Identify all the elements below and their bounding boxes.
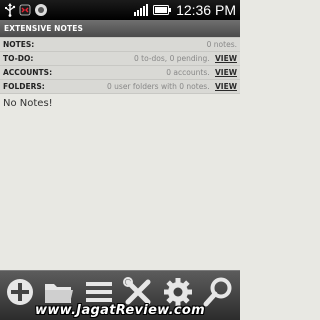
summary-panel: NOTES: 0 notes. TO-DO: 0 to-dos, 0 pendi…: [0, 37, 240, 94]
phone-call-icon: [19, 2, 31, 21]
summary-row-folders: FOLDERS: 0 user folders with 0 notes. VI…: [0, 80, 240, 94]
notification-icon: [34, 2, 48, 21]
list-icon: [86, 282, 112, 302]
view-folders-link[interactable]: VIEW: [215, 82, 237, 91]
status-bar: 12:36 PM: [0, 0, 240, 20]
row-value: 0 accounts. VIEW: [166, 66, 237, 79]
row-label: FOLDERS:: [3, 82, 45, 91]
row-value-text: 0 notes.: [206, 40, 237, 49]
summary-row-todo: TO-DO: 0 to-dos, 0 pending. VIEW: [0, 52, 240, 66]
row-value-text: 0 to-dos, 0 pending.: [134, 54, 210, 63]
app-title: EXTENSIVE NOTES: [0, 20, 240, 37]
battery-icon: [153, 1, 172, 20]
row-label: TO-DO:: [3, 54, 34, 63]
row-value-text: 0 user folders with 0 notes.: [107, 82, 210, 91]
empty-notes-message: No Notes!: [3, 98, 53, 109]
row-label: NOTES:: [3, 40, 35, 49]
row-value: 0 notes.: [207, 38, 237, 51]
summary-row-notes: NOTES: 0 notes.: [0, 37, 240, 52]
row-label: ACCOUNTS:: [3, 68, 53, 77]
folder-icon: [45, 284, 73, 303]
usb-icon: [4, 2, 16, 21]
view-todo-link[interactable]: VIEW: [215, 54, 237, 63]
status-right: 12:36 PM: [134, 0, 236, 20]
row-value: 0 to-dos, 0 pending. VIEW: [134, 52, 237, 65]
row-value-text: 0 accounts.: [166, 68, 210, 77]
row-value: 0 user folders with 0 notes. VIEW: [107, 80, 237, 93]
status-left-icons: [4, 2, 48, 21]
signal-icon: [134, 1, 149, 20]
bottom-toolbar: www.JagatReview.com: [0, 270, 240, 320]
watermark-text: www.JagatReview.com: [35, 303, 205, 318]
status-time: 12:36 PM: [176, 2, 236, 18]
view-accounts-link[interactable]: VIEW: [215, 68, 237, 77]
summary-row-accounts: ACCOUNTS: 0 accounts. VIEW: [0, 66, 240, 80]
